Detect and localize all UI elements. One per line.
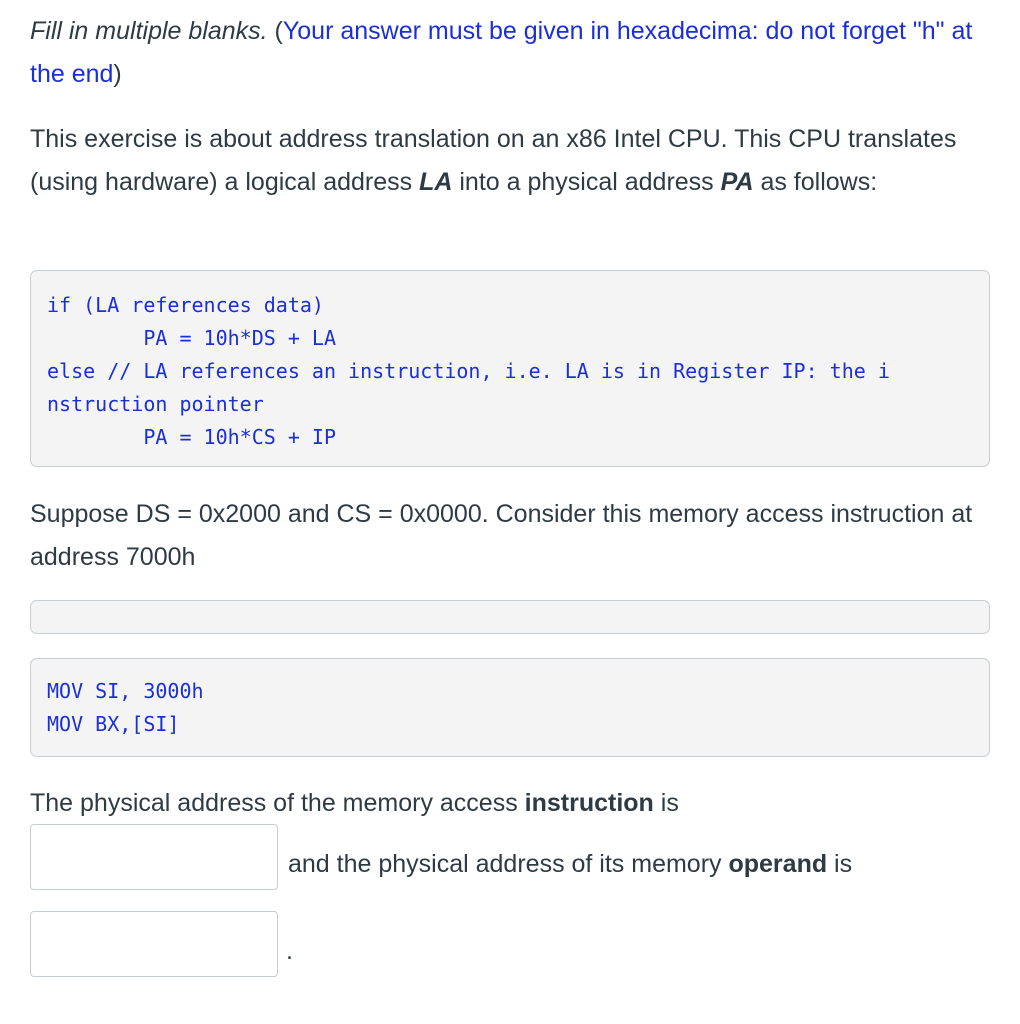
instructions: Fill in multiple blanks. (Your answer mu… xyxy=(30,10,980,96)
instruction-address-input[interactable] xyxy=(30,824,278,890)
description-text-3: as follows: xyxy=(753,168,878,196)
hex-note-close: ) xyxy=(113,60,122,88)
question-text-2: is xyxy=(653,789,679,817)
code-line: PA = 10h*DS + LA xyxy=(47,326,336,350)
instruction-code-block: MOV SI, 3000h MOV BX,[SI] xyxy=(30,658,990,757)
code-line: PA = 10h*CS + IP xyxy=(47,425,336,449)
question-text-1: The physical address of the memory acces… xyxy=(30,789,525,817)
question-text-continued: and the physical address of its memory o… xyxy=(288,843,852,886)
sentence-end: . xyxy=(286,937,293,965)
question-text-3: and the physical address of its memory xyxy=(288,850,729,878)
code-line: if (LA references data) xyxy=(47,293,324,317)
empty-code-block xyxy=(30,600,990,634)
code-line: else // LA references an instruction, i.… xyxy=(47,359,890,383)
operand-address-input[interactable] xyxy=(30,911,278,977)
pa-term: PA xyxy=(720,168,754,196)
code-line: MOV SI, 3000h xyxy=(47,679,204,703)
description: This exercise is about address translati… xyxy=(30,118,990,204)
hex-note-open: ( xyxy=(274,17,283,45)
translation-code-block: if (LA references data) PA = 10h*DS + LA… xyxy=(30,270,990,467)
code-line: nstruction pointer xyxy=(47,392,264,416)
operand-term: operand xyxy=(728,850,828,878)
code-line: MOV BX,[SI] xyxy=(47,712,180,736)
question-type-label: Fill in multiple blanks. xyxy=(30,17,268,45)
description-text-2: into a physical address xyxy=(452,168,721,196)
question-text-4: is xyxy=(827,850,853,878)
instruction-term: instruction xyxy=(524,789,654,817)
la-term: LA xyxy=(419,168,453,196)
question-text: The physical address of the memory acces… xyxy=(30,782,990,825)
setup-text: Suppose DS = 0x2000 and CS = 0x0000. Con… xyxy=(30,500,973,571)
